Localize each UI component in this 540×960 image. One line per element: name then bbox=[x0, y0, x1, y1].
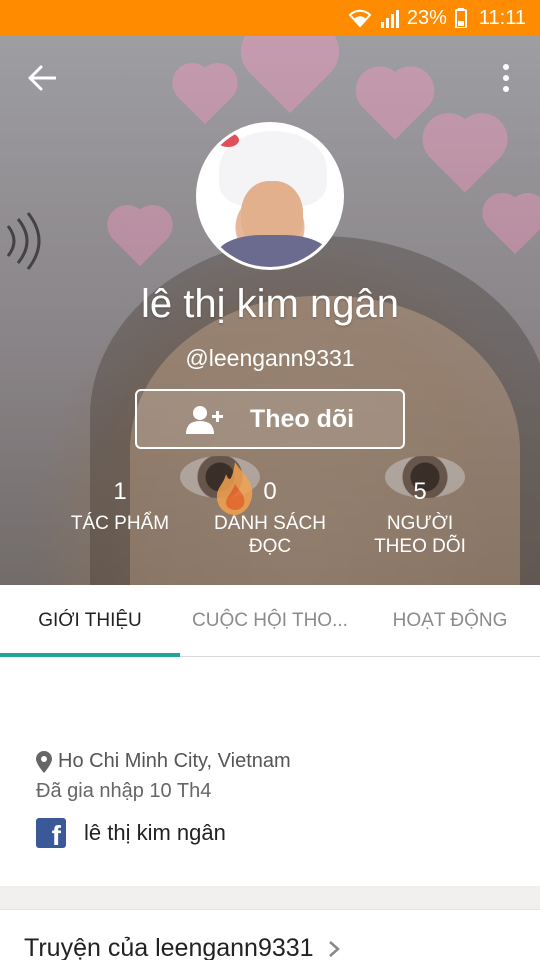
follow-button[interactable]: Theo dõi bbox=[135, 389, 405, 449]
wifi-icon bbox=[347, 8, 373, 28]
stat-value: 5 bbox=[413, 478, 427, 505]
facebook-link[interactable]: f lê thị kim ngân bbox=[36, 818, 226, 850]
stat-label: NGƯỜI THEO DÕI bbox=[374, 513, 466, 557]
signal-icon bbox=[380, 8, 399, 28]
facebook-icon: f bbox=[36, 818, 66, 850]
person-add-icon bbox=[185, 406, 223, 434]
profile-handle: @leengann9331 bbox=[185, 345, 355, 371]
battery-icon bbox=[454, 8, 467, 28]
joined-date: Đã gia nhập 10 Th4 bbox=[36, 780, 212, 802]
stat-works[interactable]: 1 TÁC PHẨM bbox=[70, 478, 170, 535]
back-button[interactable] bbox=[22, 58, 62, 98]
status-bar: 23% 11:11 bbox=[0, 0, 540, 36]
stories-section: Truyện của leengann9331 bbox=[0, 910, 540, 960]
battery-percent: 23% bbox=[406, 6, 447, 29]
more-vertical-icon bbox=[503, 64, 509, 70]
stat-label: DANH SÁCH ĐỌC bbox=[214, 513, 326, 557]
avatar[interactable] bbox=[196, 122, 344, 270]
stat-value: 1 bbox=[113, 478, 127, 505]
location-row: Ho Chi Minh City, Vietnam bbox=[36, 750, 291, 773]
about-section: Ho Chi Minh City, Vietnam Đã gia nhập 10… bbox=[0, 658, 540, 886]
facebook-name: lê thị kim ngân bbox=[84, 820, 226, 845]
profile-stats: 1 TÁC PHẨM 0 DANH SÁCH ĐỌC 5 NGƯỜI THEO … bbox=[0, 478, 540, 568]
tab-activity[interactable]: HOẠT ĐỘNG bbox=[360, 585, 540, 657]
more-options-button[interactable] bbox=[492, 60, 520, 96]
stories-header[interactable]: Truyện của leengann9331 bbox=[24, 934, 340, 960]
section-divider bbox=[0, 886, 540, 910]
chevron-right-icon bbox=[328, 940, 340, 957]
stat-followers[interactable]: 5 NGƯỜI THEO DÕI bbox=[360, 478, 480, 558]
clock: 11:11 bbox=[478, 6, 526, 29]
stat-value: 0 bbox=[263, 478, 277, 505]
location-text: Ho Chi Minh City, Vietnam bbox=[58, 750, 291, 772]
profile-name: lê thị kim ngân bbox=[141, 282, 399, 326]
stat-label: TÁC PHẨM bbox=[70, 513, 170, 534]
stat-reading-lists[interactable]: 0 DANH SÁCH ĐỌC bbox=[210, 478, 330, 558]
follow-label: Theo dõi bbox=[249, 404, 355, 433]
profile-tabs: GIỚI THIỆU CUỘC HỘI THO... HOẠT ĐỘNG bbox=[0, 585, 540, 657]
tab-about[interactable]: GIỚI THIỆU bbox=[0, 585, 180, 657]
tab-conversations[interactable]: CUỘC HỘI THO... bbox=[180, 585, 360, 657]
stories-title: Truyện của leengann9331 bbox=[24, 934, 314, 960]
arrow-left-icon bbox=[28, 65, 56, 91]
location-pin-icon bbox=[36, 750, 52, 773]
